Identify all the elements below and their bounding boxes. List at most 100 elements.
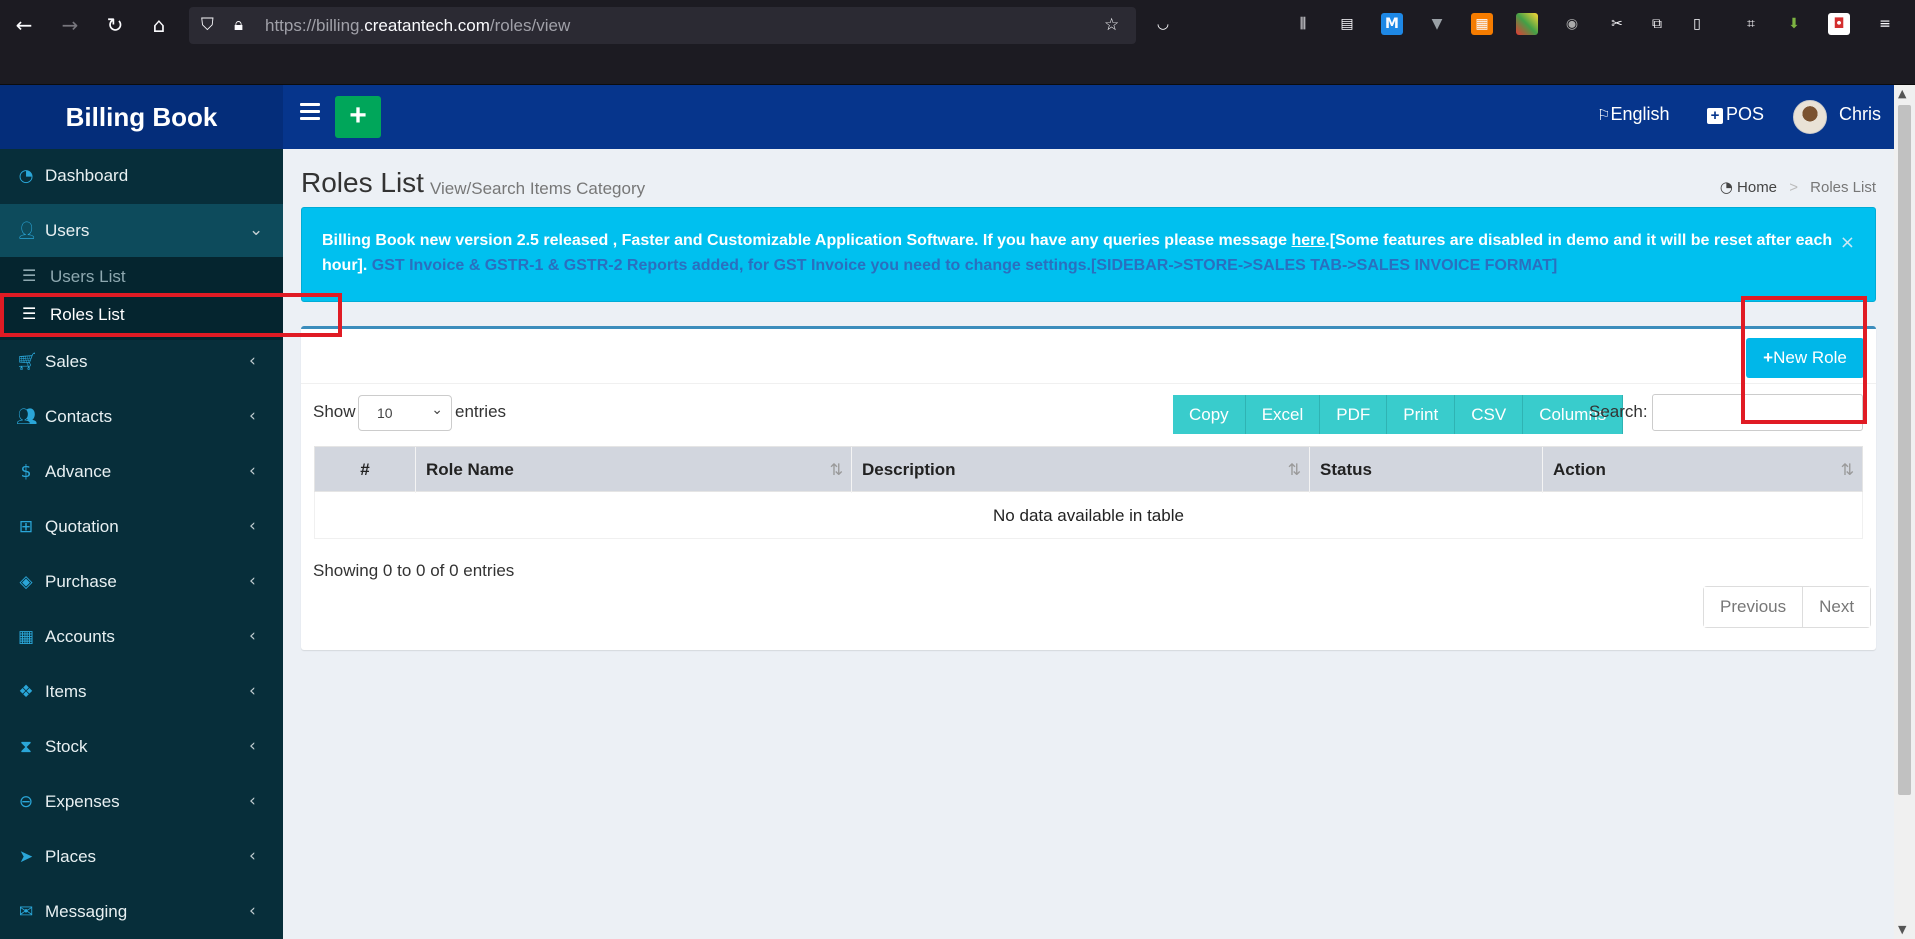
menu-icon[interactable]: ≡ [1874, 13, 1896, 35]
sidebar-item-items[interactable]: ❖ Items ‹ [0, 665, 283, 720]
scroll-up-icon[interactable]: ▲ [1898, 87, 1906, 100]
extension-color-icon[interactable] [1516, 13, 1538, 35]
sidebar-item-messaging[interactable]: ✉ Messaging ‹ [0, 885, 283, 939]
pdf-button[interactable]: PDF [1320, 395, 1388, 434]
sidebar-item-accounts[interactable]: ▦ Accounts ‹ [0, 610, 283, 665]
scrollbar-thumb[interactable] [1898, 105, 1911, 795]
next-button[interactable]: Next [1802, 587, 1871, 627]
sidebar-item-dashboard[interactable]: ◔ Dashboard [0, 149, 283, 204]
copy-icon[interactable]: ⧉ [1646, 13, 1668, 35]
extension-m-icon[interactable]: M [1381, 13, 1403, 35]
print-button[interactable]: Print [1387, 395, 1456, 434]
download-icon[interactable]: ⬇ [1783, 13, 1805, 35]
extension-save-icon[interactable]: ◘ [1828, 13, 1850, 35]
chevron-down-icon: ⌄ [431, 402, 443, 418]
library-icon[interactable]: ⫼ [1292, 13, 1314, 35]
shield-icon[interactable]: ⛉ [201, 7, 214, 44]
sidebar-subitem-users-list[interactable]: ☰ Users List [0, 257, 283, 295]
sidebar-item-expenses[interactable]: ⊖ Expenses ‹ [0, 775, 283, 830]
scissors-icon[interactable]: ✂ [1606, 13, 1628, 35]
cart-icon: 🛒︎ [16, 352, 38, 372]
release-alert: Billing Book new version 2.5 released , … [301, 207, 1876, 302]
page-title: Roles List [301, 167, 424, 198]
lock-icon[interactable]: 🔒︎ [234, 7, 243, 44]
close-icon[interactable]: × [1840, 230, 1855, 255]
new-role-button[interactable]: +New Role [1746, 338, 1864, 378]
plus-square-icon: + [1707, 108, 1723, 124]
grid-icon: ▦ [17, 627, 35, 647]
chevron-down-icon: ⌄ [249, 220, 264, 240]
sidebar-toggle-icon[interactable] [300, 103, 320, 123]
copy-button[interactable]: Copy [1173, 395, 1246, 434]
clipboard-icon[interactable]: ▯ [1686, 13, 1708, 35]
sidebar-item-stock[interactable]: ⧗ Stock ‹ [0, 720, 283, 775]
sidebar-subitem-roles-list[interactable]: ☰ Roles List [0, 295, 283, 333]
previous-button[interactable]: Previous [1704, 587, 1803, 627]
extension-globe-icon[interactable]: ◉ [1561, 13, 1583, 35]
csv-button[interactable]: CSV [1455, 395, 1524, 434]
url-bar[interactable]: ⛉ 🔒︎ https://billing.creatantech.com/rol… [189, 7, 1136, 44]
home-icon[interactable]: ⌂ [146, 12, 172, 38]
column-header-number[interactable]: # [315, 447, 416, 493]
sidebar-item-users[interactable]: 👤︎ Users ⌄ [0, 204, 283, 259]
sort-icon: ⇅ [1287, 460, 1301, 479]
quick-add-button[interactable]: + [335, 96, 381, 138]
alert-link[interactable]: here [1292, 232, 1326, 249]
breadcrumb-home[interactable]: Home [1737, 179, 1777, 196]
excel-button[interactable]: Excel [1245, 395, 1321, 434]
list-icon: ☰ [22, 304, 37, 323]
extension-grid-icon[interactable]: ▦ [1471, 13, 1493, 35]
minus-circle-icon: ⊖ [18, 792, 34, 812]
reader-view-icon[interactable]: ▤ [1336, 13, 1358, 35]
chevron-left-icon: ‹ [249, 791, 256, 811]
search-input[interactable] [1652, 394, 1863, 431]
chevron-left-icon: ‹ [249, 736, 256, 756]
empty-table-message: No data available in table [314, 492, 1863, 539]
crop-icon[interactable]: ⌗ [1740, 13, 1762, 35]
forward-icon[interactable]: → [57, 12, 83, 38]
sidebar-item-purchase[interactable]: ◈ Purchase ‹ [0, 555, 283, 610]
calendar-plus-icon: ⊞ [18, 517, 34, 537]
hourglass-icon: ⧗ [20, 737, 32, 757]
bookmark-star-icon[interactable]: ☆ [1104, 7, 1119, 44]
scroll-down-icon[interactable]: ▼ [1898, 923, 1906, 936]
sort-icon: ⇅ [1840, 460, 1854, 479]
pos-link[interactable]: + POS [1707, 104, 1764, 125]
sidebar-item-quotation[interactable]: ⊞ Quotation ‹ [0, 500, 283, 555]
chevron-left-icon: ‹ [249, 901, 256, 921]
extension-v-icon[interactable]: ▼ [1426, 13, 1448, 35]
paper-plane-icon: ➤ [18, 847, 34, 867]
app-logo[interactable]: Billing Book [0, 85, 283, 149]
column-header-status[interactable]: Status [1310, 447, 1543, 493]
dashboard-icon: ◔ [1719, 178, 1733, 196]
sidebar-item-sales[interactable]: 🛒︎ Sales ‹ [0, 335, 283, 390]
column-header-role-name[interactable]: Role Name ⇅ [416, 447, 852, 493]
column-header-description[interactable]: Description ⇅ [852, 447, 1310, 493]
pocket-icon[interactable]: ◡ [1152, 13, 1174, 35]
box-header: +New Role [301, 329, 1876, 384]
sidebar-item-contacts[interactable]: 👥︎ Contacts ‹ [0, 390, 283, 445]
language-selector[interactable]: ⚐English [1597, 104, 1670, 125]
url-text: https://billing.creatantech.com/roles/vi… [265, 16, 571, 35]
column-header-action[interactable]: Action ⇅ [1543, 447, 1862, 493]
sidebar-item-advance[interactable]: $ Advance ‹ [0, 445, 283, 500]
user-name[interactable]: Chris [1839, 104, 1881, 125]
sort-icon: ⇅ [829, 460, 843, 479]
chevron-left-icon: ‹ [249, 461, 256, 481]
chevron-left-icon: ‹ [249, 571, 256, 591]
avatar[interactable] [1793, 100, 1827, 134]
dollar-icon: $ [20, 462, 32, 482]
contacts-icon: 👥︎ [16, 407, 38, 427]
translate-icon: ⚐ [1597, 106, 1611, 124]
reload-icon[interactable]: ↻ [102, 12, 128, 38]
users-icon: 👤︎ [16, 221, 38, 241]
page-scrollbar[interactable]: ▲ ▼ [1894, 85, 1915, 939]
entries-label: entries [455, 402, 507, 421]
back-icon[interactable]: ← [11, 12, 37, 38]
breadcrumb-current: Roles List [1810, 179, 1876, 196]
entries-select[interactable]: 10 ⌄ [358, 395, 452, 431]
breadcrumb-separator: > [1789, 179, 1798, 196]
chevron-left-icon: ‹ [249, 626, 256, 646]
sidebar-item-places[interactable]: ➤ Places ‹ [0, 830, 283, 885]
list-icon: ☰ [22, 266, 37, 285]
